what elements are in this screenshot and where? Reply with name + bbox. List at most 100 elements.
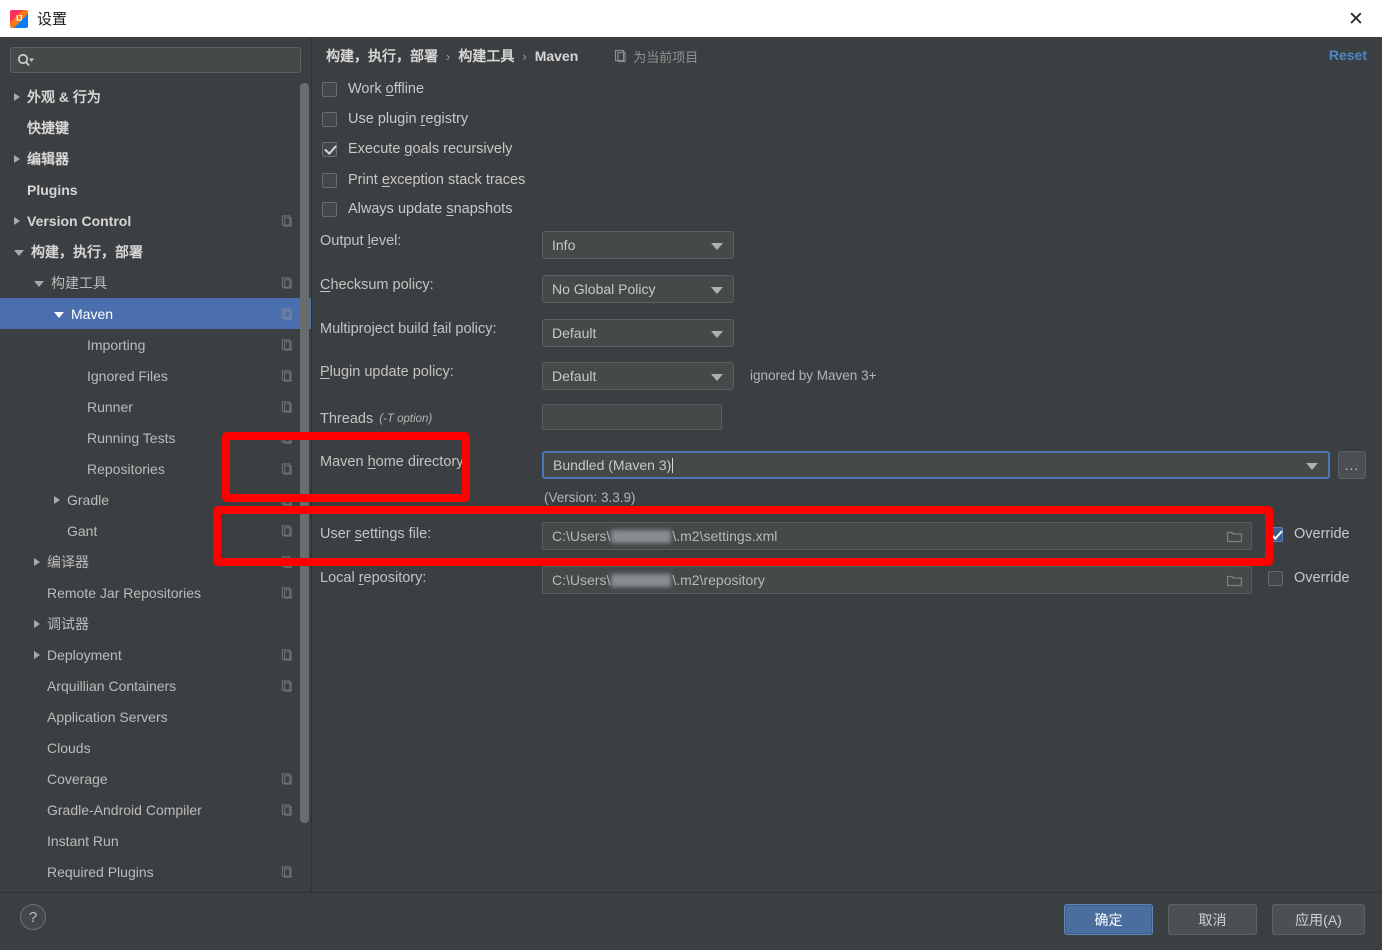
sidebar-item-label: Version Control (27, 212, 132, 229)
plugin-update-policy-label: Plugin update policy: (320, 364, 454, 380)
local-repository-override-row[interactable]: Override (1268, 570, 1350, 586)
sidebar-item-coverage[interactable]: Coverage (0, 763, 311, 794)
maven-home-directory-combobox[interactable]: Bundled (Maven 3) (542, 451, 1330, 479)
sidebar-item-importing[interactable]: Importing (0, 329, 311, 360)
sidebar-item-[interactable]: 编辑器 (0, 143, 311, 174)
sidebar-item-gradle[interactable]: Gradle (0, 484, 311, 515)
local-repository-input[interactable]: C:\Users\ \.m2\repository (542, 566, 1252, 594)
sidebar-item-label: Arquillian Containers (47, 677, 177, 694)
chevron-down-icon (711, 374, 723, 381)
settings-content-panel: 构建，执行，部署 › 构建工具 › Maven 为当前项目 Reset Work… (312, 37, 1382, 892)
chevron-right-icon[interactable] (14, 216, 20, 225)
always-update-snapshots-checkbox[interactable] (322, 201, 337, 217)
execute-goals-recursively-checkbox[interactable] (322, 141, 337, 157)
folder-icon[interactable] (1227, 530, 1242, 543)
chevron-right-icon[interactable] (54, 495, 60, 504)
user-settings-override-checkbox[interactable] (1268, 526, 1283, 542)
breadcrumb-item-build-tools[interactable]: 构建工具 (458, 46, 514, 66)
project-scope-icon (281, 369, 292, 382)
chevron-right-icon[interactable] (34, 557, 40, 566)
multiproject-fail-policy-combobox[interactable]: Default (542, 319, 734, 347)
help-icon[interactable]: ? (20, 904, 46, 930)
search-input[interactable] (34, 53, 294, 67)
project-scope-icon (281, 431, 292, 444)
sidebar-item-maven[interactable]: Maven (0, 298, 311, 329)
work-offline-checkbox[interactable] (322, 81, 337, 97)
close-icon[interactable]: ✕ (1330, 0, 1382, 37)
use-plugin-registry-checkbox[interactable] (322, 111, 337, 127)
project-scope-icon (281, 462, 292, 475)
checkbox-row-print-exception-stack-traces[interactable]: Print exception stack traces (322, 172, 525, 188)
chevron-down-icon[interactable] (14, 249, 24, 256)
sidebar-item-[interactable]: 构建工具 (0, 267, 311, 298)
plugin-update-policy-combobox[interactable]: Default (542, 362, 734, 390)
use-plugin-registry-label: Use plugin registry (348, 111, 469, 127)
user-settings-file-input[interactable]: C:\Users\ \.m2\settings.xml (542, 522, 1252, 550)
reset-link[interactable]: Reset (1329, 47, 1367, 63)
multiproject-fail-policy-label: Multiproject build fail policy: (320, 321, 497, 337)
chevron-right-icon[interactable] (34, 619, 40, 628)
project-scope-icon (615, 49, 626, 63)
checkbox-row-always-update-snapshots[interactable]: Always update snapshots (322, 201, 512, 217)
cancel-button[interactable]: 取消 (1168, 904, 1257, 935)
chevron-right-icon[interactable] (14, 92, 20, 101)
sidebar-item-arquillian-containers[interactable]: Arquillian Containers (0, 670, 311, 701)
sidebar-item-repositories[interactable]: Repositories (0, 453, 311, 484)
ok-button[interactable]: 确定 (1064, 904, 1153, 935)
threads-input[interactable] (542, 404, 722, 430)
sidebar-scrollbar-thumb[interactable] (300, 83, 309, 823)
sidebar-item-[interactable]: 快捷键 (0, 112, 311, 143)
text-cursor (672, 457, 674, 473)
maven-home-browse-button[interactable]: ... (1338, 451, 1366, 479)
checksum-policy-label: Checksum policy: (320, 277, 434, 293)
sidebar-item-required-plugins[interactable]: Required Plugins (0, 856, 311, 887)
settings-tree[interactable]: 外观 & 行为 快捷键 编辑器 Plugins Version Control 构建，执行… (0, 81, 311, 887)
checksum-policy-combobox[interactable]: No Global Policy (542, 275, 734, 303)
local-repository-override-checkbox[interactable] (1268, 570, 1283, 586)
print-exception-stack-traces-checkbox[interactable] (322, 172, 337, 188)
threads-label-text: Threads (320, 411, 374, 427)
maven-home-directory-label: Maven home directory: (320, 454, 468, 470)
output-level-combobox[interactable]: Info (542, 231, 734, 259)
settings-sidebar: 外观 & 行为 快捷键 编辑器 Plugins Version Control 构建，执行… (0, 37, 312, 892)
local-repository-label: Local repository: (320, 570, 427, 586)
sidebar-item-runner[interactable]: Runner (0, 391, 311, 422)
apply-button[interactable]: 应用(A) (1272, 904, 1365, 935)
user-settings-file-value: C:\Users\ \.m2\settings.xml (552, 528, 778, 544)
sidebar-item-label: Gant (67, 522, 98, 539)
sidebar-item-[interactable]: 调试器 (0, 608, 311, 639)
chevron-down-icon[interactable] (54, 311, 64, 318)
sidebar-item-remote-jar-repositories[interactable]: Remote Jar Repositories (0, 577, 311, 608)
sidebar-item-[interactable]: 构建，执行，部署 (0, 236, 311, 267)
sidebar-item-gant[interactable]: Gant (0, 515, 311, 546)
sidebar-item-label: Repositories (87, 460, 165, 477)
sidebar-item-deployment[interactable]: Deployment (0, 639, 311, 670)
checksum-policy-value: No Global Policy (552, 281, 656, 297)
sidebar-item-running-tests[interactable]: Running Tests (0, 422, 311, 453)
sidebar-item-[interactable]: 编译器 (0, 546, 311, 577)
user-settings-override-label: Override (1294, 526, 1350, 542)
chevron-down-icon[interactable] (34, 280, 44, 287)
search-box[interactable] (10, 47, 301, 73)
sidebar-item-ignored-files[interactable]: Ignored Files (0, 360, 311, 391)
local-repository-override-label: Override (1294, 570, 1350, 586)
chevron-right-icon[interactable] (34, 650, 40, 659)
sidebar-item-gradle-android-compiler[interactable]: Gradle-Android Compiler (0, 794, 311, 825)
chevron-right-icon[interactable] (14, 154, 20, 163)
folder-icon[interactable] (1227, 574, 1242, 587)
breadcrumb-item-build[interactable]: 构建，执行，部署 (326, 46, 438, 66)
sidebar-item-[interactable]: 外观 & 行为 (0, 81, 311, 112)
sidebar-item-instant-run[interactable]: Instant Run (0, 825, 311, 856)
project-scope-icon (281, 276, 292, 289)
sidebar-item-application-servers[interactable]: Application Servers (0, 701, 311, 732)
sidebar-item-plugins[interactable]: Plugins (0, 174, 311, 205)
checkbox-row-work-offline[interactable]: Work offline (322, 81, 424, 97)
user-settings-override-row[interactable]: Override (1268, 526, 1350, 542)
checkbox-row-execute-goals-recursively[interactable]: Execute goals recursively (322, 141, 512, 157)
sidebar-item-clouds[interactable]: Clouds (0, 732, 311, 763)
search-icon (17, 53, 34, 66)
sidebar-item-version-control[interactable]: Version Control (0, 205, 311, 236)
sidebar-item-label: Gradle-Android Compiler (47, 801, 202, 818)
plugin-update-policy-note: ignored by Maven 3+ (750, 368, 877, 383)
checkbox-row-use-plugin-registry[interactable]: Use plugin registry (322, 111, 468, 127)
